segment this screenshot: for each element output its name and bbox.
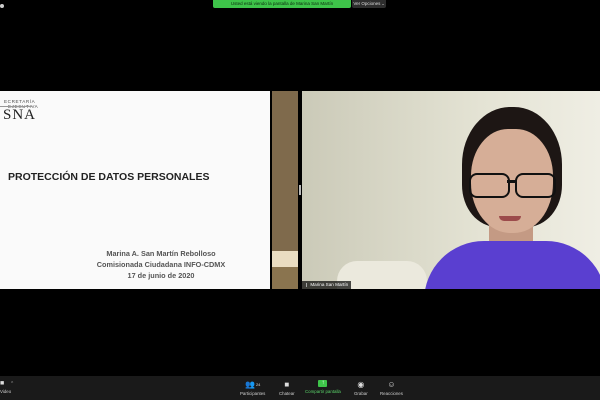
chevron-down-icon: ⌄ [381, 1, 385, 6]
author-date: 17 de junio de 2020 [127, 271, 195, 280]
participant-name-tag: ❙ Marina San Martín [302, 281, 352, 289]
view-options-button[interactable]: Ver Opciones⌄ [352, 0, 386, 8]
share-screen-label: Compartir pantalla [305, 389, 341, 394]
participant-video[interactable]: ❙ Marina San Martín [302, 91, 600, 289]
share-screen-button[interactable]: ↑ Compartir pantalla [305, 380, 341, 394]
share-screen-icon: ↑ [318, 380, 328, 387]
glasses-left-lens [469, 173, 510, 198]
person-mouth [499, 216, 521, 221]
glasses-right-lens [515, 173, 556, 198]
slide-author-block: Marina A. San Martín Rebolloso Comisiona… [76, 248, 246, 281]
slide-title: PROTECCIÓN DE DATOS PERSONALES [8, 171, 210, 183]
author-name: Marina A. San Martín Rebolloso [106, 249, 216, 258]
participants-label: Participantes [240, 391, 266, 396]
participants-button[interactable]: 👥24 Participantes [240, 380, 265, 396]
microphone-icon: ❙ [305, 282, 309, 287]
view-options-label: Ver Opciones [353, 1, 381, 6]
chat-icon: ■ [284, 380, 290, 389]
reactions-icon: ☺ [387, 380, 396, 389]
meeting-toolbar: ■ ⌃ Video 👥24 Participantes ■ Chatear ↑ … [0, 376, 600, 400]
splitter-handle[interactable] [299, 185, 301, 195]
screen-share-banner: Usted está viendo la pantalla de Marina … [213, 0, 351, 8]
slide-side-strip [272, 91, 298, 289]
participants-count: 24 [255, 382, 261, 387]
record-button[interactable]: ◉ Grabar [354, 380, 368, 396]
chevron-up-icon[interactable]: ⌃ [10, 381, 14, 387]
logo-sna: SNA [3, 107, 37, 123]
participant-name: Marina San Martín [310, 282, 349, 287]
reactions-label: Reacciones [380, 391, 403, 396]
reactions-button[interactable]: ☺ Reacciones [380, 380, 403, 396]
video-label: Video [0, 389, 12, 394]
record-icon: ◉ [357, 380, 365, 389]
chat-button[interactable]: ■ Chatear [279, 380, 295, 396]
author-role: Comisionada Ciudadana INFO-CDMX [96, 260, 226, 269]
window-icon [0, 4, 4, 8]
strip-light-band [272, 251, 298, 267]
glasses-bridge [507, 180, 516, 183]
strip-dark-band [272, 267, 298, 289]
chat-label: Chatear [279, 391, 295, 396]
participants-icon: 👥24 [244, 380, 261, 389]
record-label: Grabar [354, 391, 368, 396]
shared-slide: ECRETARÍA EJECUTIVA SNA PROTECCIÓN DE DA… [0, 91, 270, 289]
video-button[interactable]: ■ ⌃ Video [0, 380, 14, 394]
